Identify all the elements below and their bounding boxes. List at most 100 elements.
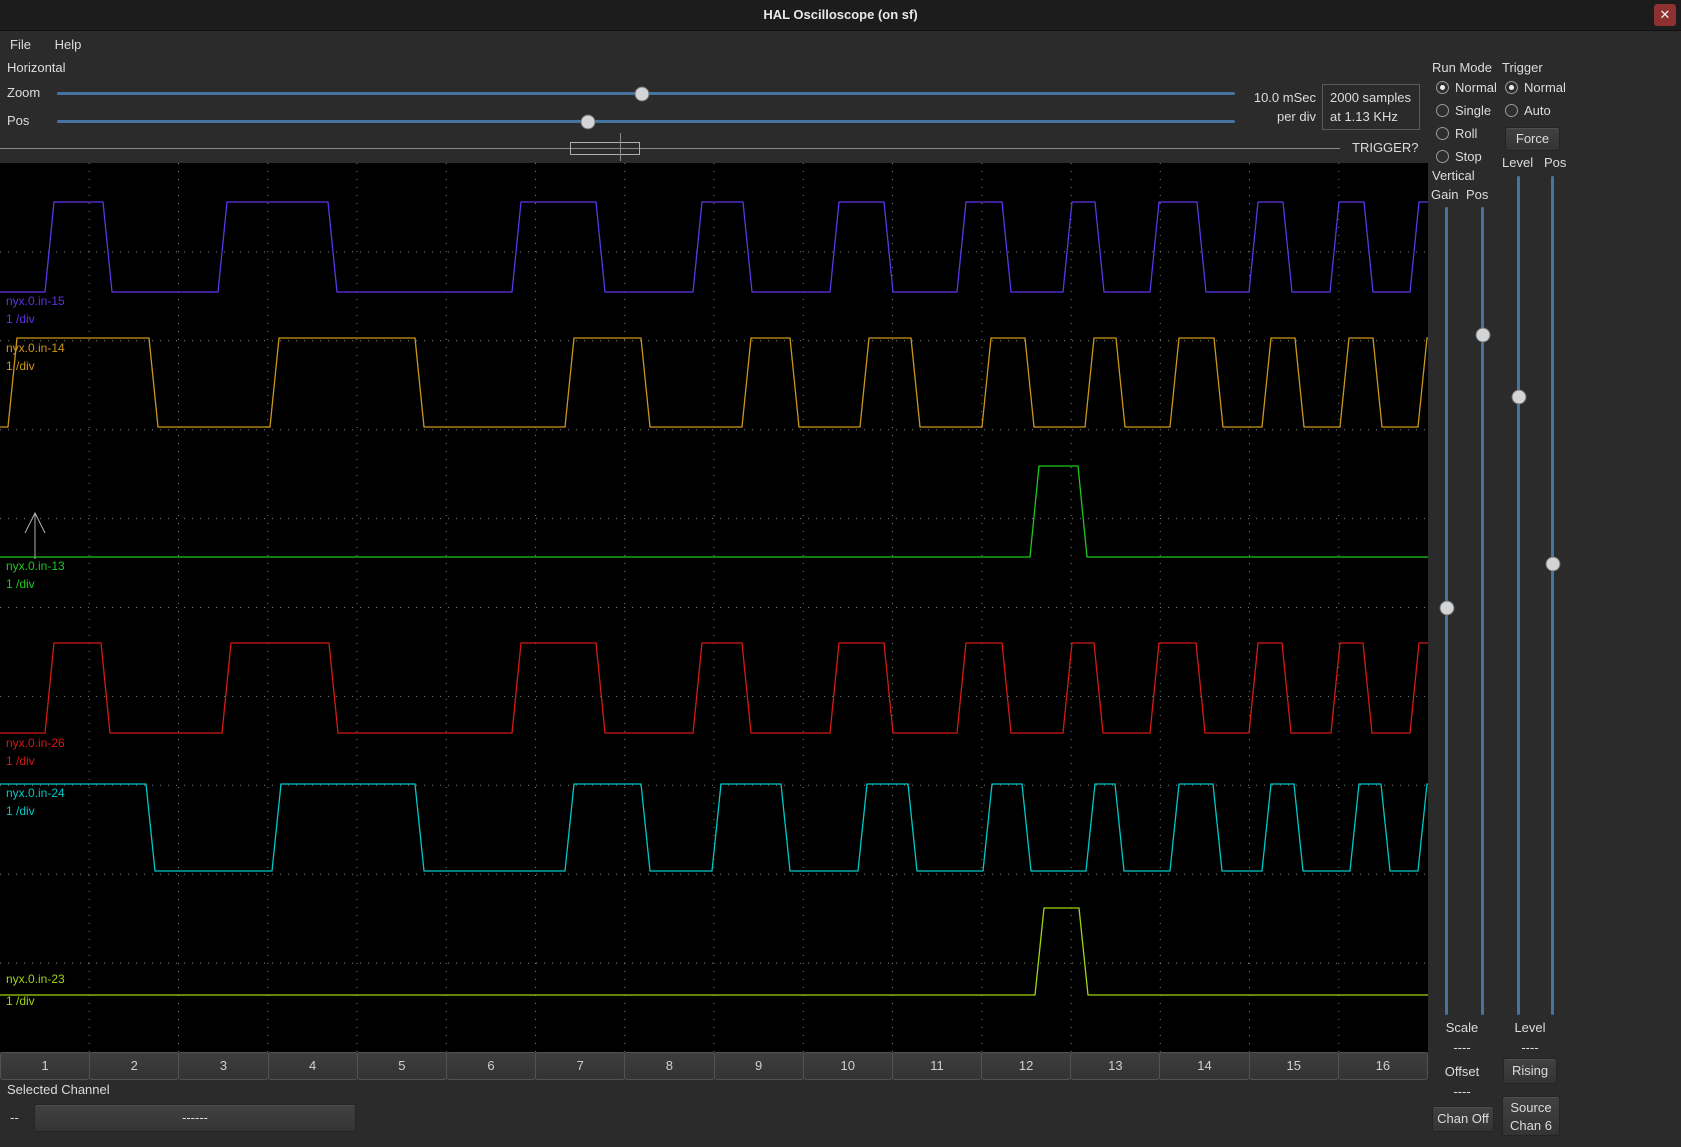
trigger-pos-slider-handle[interactable] xyxy=(1545,556,1560,572)
trigger-source-line2: Chan 6 xyxy=(1510,1118,1552,1133)
radio-normal[interactable]: Normal xyxy=(1436,80,1497,103)
samples-count: 2000 samples xyxy=(1330,90,1411,105)
waveform-nyx.0.in-15 xyxy=(0,201,1428,293)
channel-button-7[interactable]: 7 xyxy=(535,1052,626,1080)
channel-label: nyx.0.in-23 xyxy=(6,972,65,986)
radio-roll[interactable]: Roll xyxy=(1436,126,1497,149)
offset-label: Offset xyxy=(1444,1064,1480,1079)
channel-button-9[interactable]: 9 xyxy=(713,1052,804,1080)
channel-button-13[interactable]: 13 xyxy=(1070,1052,1161,1080)
zoom-slider[interactable] xyxy=(57,85,1235,102)
radio-auto[interactable]: Auto xyxy=(1505,103,1566,126)
record-window-box[interactable] xyxy=(570,142,640,155)
selected-channel-detail[interactable]: ------ xyxy=(34,1104,356,1132)
menu-file[interactable]: File xyxy=(0,31,41,58)
channel-button-16[interactable]: 16 xyxy=(1337,1052,1428,1080)
selected-channel-value: -- xyxy=(10,1110,19,1125)
radio-label: Roll xyxy=(1455,126,1478,141)
per-div-readout: 10.0 mSec per div xyxy=(1240,88,1316,126)
channel-label: nyx.0.in-26 xyxy=(6,736,65,750)
trigger-status-label: TRIGGER? xyxy=(1352,140,1419,155)
scope-svg[interactable]: nyx.0.in-15 1 /div nyx.0.in-14 1 /div nyx.0.… xyxy=(0,163,1428,1052)
window-title: HAL Oscilloscope (on sf) xyxy=(763,7,918,22)
trigger-marker-icon[interactable] xyxy=(24,511,46,559)
trigger-position-tick xyxy=(620,133,621,161)
radio-normal[interactable]: Normal xyxy=(1505,80,1566,103)
channel-button-15[interactable]: 15 xyxy=(1248,1052,1339,1080)
radio-label: Stop xyxy=(1455,149,1482,164)
channel-label: nyx.0.in-13 xyxy=(6,559,65,573)
vertical-pos-slider-handle[interactable] xyxy=(1475,327,1490,343)
vertical-title: Vertical xyxy=(1432,168,1475,183)
vertical-pos-label: Pos xyxy=(1466,187,1489,202)
trigger-radios: Normal Auto xyxy=(1505,80,1566,126)
trigger-source-button[interactable]: Source Chan 6 xyxy=(1502,1096,1560,1136)
trigger-source-line1: Source xyxy=(1510,1100,1552,1115)
radio-label: Single xyxy=(1455,103,1492,118)
channel-button-12[interactable]: 12 xyxy=(981,1052,1072,1080)
radio-single[interactable]: Single xyxy=(1436,103,1497,126)
radio-icon[interactable] xyxy=(1505,81,1518,94)
channel-button-8[interactable]: 8 xyxy=(624,1052,715,1080)
scope-display[interactable]: nyx.0.in-15 1 /div nyx.0.in-14 1 /div nyx.0.… xyxy=(0,163,1428,1052)
trigger-level-slider[interactable] xyxy=(1510,176,1527,1015)
channel-button-11[interactable]: 11 xyxy=(891,1052,983,1080)
sample-rate-box: 2000 samples at 1.13 KHz xyxy=(1322,84,1420,130)
menu-help[interactable]: Help xyxy=(45,31,92,58)
channel-label: nyx.0.in-24 xyxy=(6,786,65,800)
channel-scale-label: 1 /div xyxy=(6,994,35,1008)
zoom-label: Zoom xyxy=(7,85,41,100)
channel-scale-label: 1 /div xyxy=(6,359,35,373)
channel-button-3[interactable]: 3 xyxy=(178,1052,269,1080)
offset-value: ---- xyxy=(1453,1084,1471,1099)
vertical-pos-slider[interactable] xyxy=(1474,207,1491,1015)
channel-button-5[interactable]: 5 xyxy=(356,1052,447,1080)
channel-button-6[interactable]: 6 xyxy=(445,1052,537,1080)
channel-buttons: 1 2 3 4 5 6 7 8 9 10 11 12 13 14 15 16 xyxy=(0,1052,1428,1080)
per-div-unit: per div xyxy=(1276,109,1316,124)
trigger-level-label: Level xyxy=(1502,155,1534,170)
zoom-slider-handle[interactable] xyxy=(634,86,650,101)
channel-label: nyx.0.in-15 xyxy=(6,294,65,308)
channel-button-4[interactable]: 4 xyxy=(267,1052,358,1080)
level-label: Level xyxy=(1514,1020,1546,1035)
radio-icon[interactable] xyxy=(1436,150,1449,163)
rising-button[interactable]: Rising xyxy=(1503,1058,1557,1084)
gain-slider-handle[interactable] xyxy=(1439,600,1454,616)
channel-scale-label: 1 /div xyxy=(6,577,35,591)
waveform-nyx.0.in-13 xyxy=(0,465,1428,558)
record-strip-line xyxy=(0,148,1340,149)
waveform-nyx.0.in-26 xyxy=(0,642,1428,734)
radio-icon[interactable] xyxy=(1436,81,1449,94)
titlebar: HAL Oscilloscope (on sf) ✕ xyxy=(0,0,1681,31)
pos-label: Pos xyxy=(7,113,30,128)
channel-button-14[interactable]: 14 xyxy=(1159,1052,1250,1080)
chan-off-button[interactable]: Chan Off xyxy=(1432,1106,1494,1132)
channel-scale-label: 1 /div xyxy=(6,804,35,818)
radio-icon[interactable] xyxy=(1436,127,1449,140)
radio-label: Normal xyxy=(1524,80,1566,95)
force-button[interactable]: Force xyxy=(1505,127,1560,151)
gain-label: Gain xyxy=(1431,187,1459,202)
waveform-nyx.0.in-14 xyxy=(0,337,1428,428)
trigger-title: Trigger xyxy=(1502,60,1543,75)
channel-button-10[interactable]: 10 xyxy=(802,1052,893,1080)
waveform-nyx.0.in-23 xyxy=(0,907,1428,996)
radio-icon[interactable] xyxy=(1505,104,1518,117)
pos-slider[interactable] xyxy=(57,113,1235,130)
pos-slider-handle[interactable] xyxy=(580,114,596,129)
channel-button-1[interactable]: 1 xyxy=(0,1052,91,1080)
trigger-pos-label: Pos xyxy=(1544,155,1567,170)
trigger-pos-slider[interactable] xyxy=(1544,176,1561,1015)
per-div-value: 10.0 mSec xyxy=(1253,90,1316,105)
radio-label: Auto xyxy=(1524,103,1551,118)
gain-slider[interactable] xyxy=(1438,207,1455,1015)
radio-icon[interactable] xyxy=(1436,104,1449,117)
trigger-level-slider-handle[interactable] xyxy=(1511,389,1526,405)
close-icon[interactable]: ✕ xyxy=(1654,4,1676,26)
run-mode-title: Run Mode xyxy=(1432,60,1492,75)
channel-button-2[interactable]: 2 xyxy=(89,1052,180,1080)
channel-scale-label: 1 /div xyxy=(6,312,35,326)
selected-channel-label: Selected Channel xyxy=(7,1082,110,1097)
scale-value: ---- xyxy=(1453,1040,1471,1055)
